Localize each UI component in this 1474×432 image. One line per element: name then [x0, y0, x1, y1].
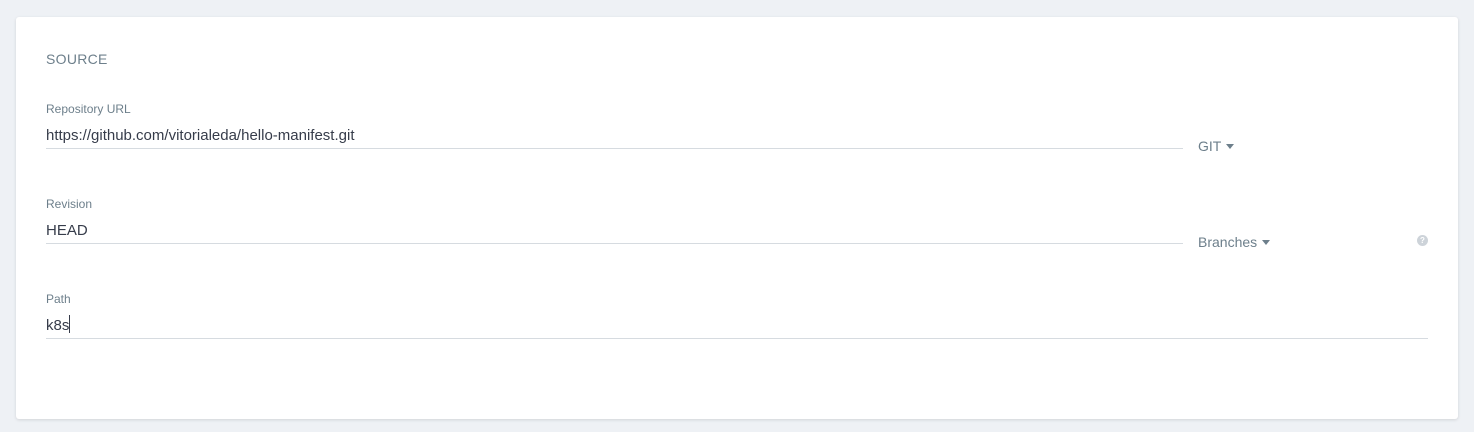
repository-url-input[interactable] [46, 122, 1183, 149]
source-card: SOURCE Repository URL GIT Revision Branc… [16, 17, 1458, 419]
path-label: Path [46, 292, 71, 306]
text-cursor [69, 315, 70, 333]
revision-label: Revision [46, 197, 93, 211]
revision-input[interactable] [46, 217, 1183, 244]
caret-down-icon [1226, 143, 1235, 149]
repo-type-dropdown[interactable]: GIT [1198, 138, 1235, 154]
section-title: SOURCE [46, 51, 108, 67]
repository-url-label: Repository URL [46, 102, 131, 116]
revision-ref-dropdown[interactable]: Branches [1198, 234, 1271, 250]
help-icon[interactable]: ? [1417, 235, 1428, 246]
path-input[interactable] [46, 312, 1428, 339]
repo-type-dropdown-label: GIT [1198, 138, 1222, 154]
caret-down-icon [1262, 239, 1271, 245]
revision-ref-dropdown-label: Branches [1198, 234, 1258, 250]
